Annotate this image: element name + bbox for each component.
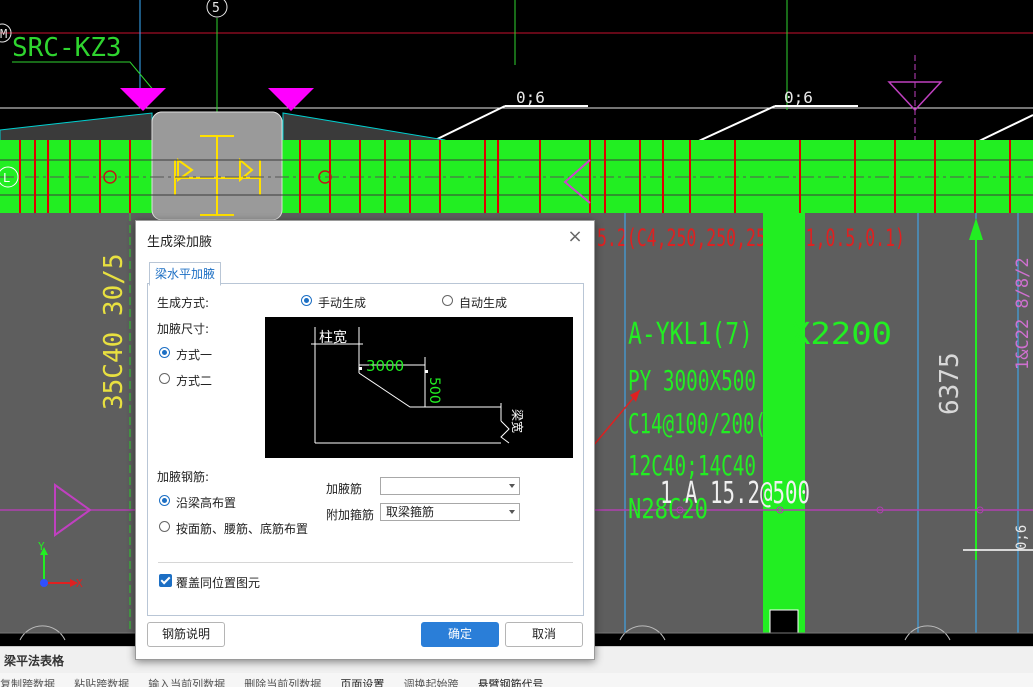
cancel-button[interactable]: 取消	[505, 622, 583, 647]
radio-along-height[interactable]	[159, 495, 170, 506]
radio-manual-label[interactable]: 手动生成	[318, 294, 366, 311]
dialog-title: 生成梁加腋	[147, 235, 213, 250]
stirrup-value: 取梁箍筋	[386, 505, 435, 519]
toolbar-cantilever-code[interactable]: 悬臂钢筋代号	[478, 673, 544, 687]
slope-label-right: 0;6	[784, 88, 813, 107]
rebar-label: 加腋钢筋:	[157, 470, 210, 484]
slope-label-lower: 0;6	[1014, 525, 1030, 550]
axis-letter-l: L	[3, 171, 10, 185]
generate-beam-haunch-dialog: 生成梁加腋 × 梁水平加腋 生成方式: 手动生成 自动生成 加腋尺寸: 方式一 …	[135, 220, 595, 660]
ucs-y-label: Y	[38, 540, 45, 553]
beam-haunch-text: 5.2(C4,250,250,250,0.1,0.5,0.1)	[597, 224, 905, 252]
haunch-bar-label: 加腋筋	[326, 482, 363, 496]
column-label: SRC-KZ3	[12, 33, 122, 63]
stirrup-select[interactable]: 取梁箍筋	[380, 503, 520, 521]
radio-by-faces-label[interactable]: 按面筋、腰筋、底筋布置	[176, 520, 308, 537]
close-icon[interactable]: ×	[566, 228, 584, 247]
radio-auto[interactable]	[442, 295, 453, 306]
left-vertical-text: 35C40 30/5	[99, 253, 129, 410]
chevron-down-icon	[509, 484, 515, 488]
gen-mode-label: 生成方式:	[157, 296, 210, 310]
toolbar-paste-span[interactable]: 粘贴跨数据	[74, 673, 129, 687]
toolbar-delete-column[interactable]: 删除当前列数据	[244, 673, 321, 687]
ucs-icon	[40, 579, 48, 587]
haunch-bar-select[interactable]	[380, 477, 520, 495]
preview-length: 3000	[366, 357, 404, 375]
radio-option-one-label[interactable]: 方式一	[176, 346, 212, 363]
overwrite-label[interactable]: 覆盖同位置图元	[176, 574, 260, 591]
beam-py: PY 3000X500	[628, 364, 756, 397]
toolbar-input-column[interactable]: 输入当前列数据	[148, 673, 225, 687]
beam-stirrup: C14@100/200(	[628, 407, 766, 440]
panel-title: 梁平法表格	[4, 654, 65, 668]
radio-option-one[interactable]	[159, 347, 170, 358]
size-label: 加腋尺寸:	[157, 322, 210, 336]
panel-toolbar: 复制跨数据 粘贴跨数据 输入当前列数据 删除当前列数据 页面设置 调换起始跨 悬…	[0, 673, 1033, 687]
right-vertical-text: 1&C22 8/8/2	[1013, 257, 1033, 370]
axis-number: 5	[212, 1, 220, 16]
tab-pane: 生成方式: 手动生成 自动生成 加腋尺寸: 方式一 方式二 柱宽 3000 50…	[147, 283, 584, 616]
stirrup-label: 附加箍筋	[326, 508, 375, 522]
preview-height: 500	[426, 377, 442, 404]
toolbar-copy-span[interactable]: 复制跨数据	[0, 673, 55, 687]
haunch-preview-diagram: 柱宽 3000 500 梁宽	[265, 317, 573, 458]
radio-by-faces[interactable]	[159, 521, 170, 532]
tab-horizontal-haunch[interactable]: 梁水平加腋	[149, 262, 221, 286]
toolbar-page-setup[interactable]: 页面设置	[340, 673, 384, 687]
radio-option-two-label[interactable]: 方式二	[176, 372, 212, 389]
ucs-x-label: X	[76, 577, 83, 590]
slope-label-left: 0;6	[516, 88, 545, 107]
beam-name: A-YKL1(7)	[628, 317, 753, 352]
dimension-6375: 6375	[935, 352, 965, 415]
toolbar-swap-start[interactable]: 调换起始跨	[403, 673, 458, 687]
overwrite-checkbox[interactable]	[159, 574, 172, 587]
radio-manual[interactable]	[301, 295, 312, 306]
axis-letter-m: M	[0, 27, 7, 41]
preview-beam-width: 梁宽	[510, 409, 525, 433]
ok-button[interactable]: 确定	[421, 622, 499, 647]
radio-along-height-label[interactable]: 沿梁高布置	[176, 494, 236, 511]
chevron-down-icon	[509, 510, 515, 514]
radio-option-two[interactable]	[159, 373, 170, 384]
beam-size: X2200	[790, 317, 892, 352]
preview-col-width: 柱宽	[319, 329, 347, 346]
rebar-help-button[interactable]: 钢筋说明	[147, 622, 225, 647]
beam-extra-text: 1 A 15.2@500	[660, 476, 810, 511]
radio-auto-label[interactable]: 自动生成	[459, 294, 507, 311]
divider	[158, 562, 573, 563]
